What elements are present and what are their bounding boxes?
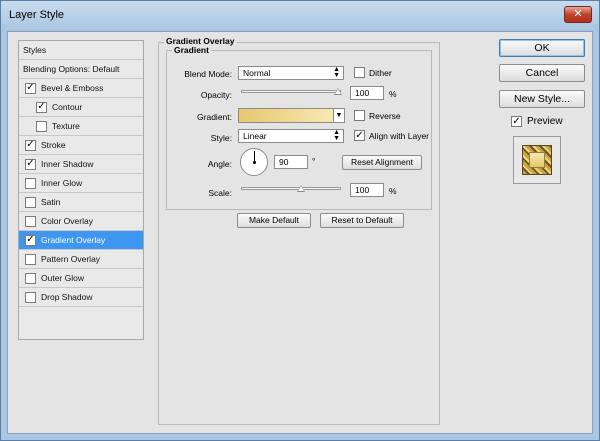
group-title: Gradient: [172, 45, 211, 55]
sidebar-checkbox[interactable]: [25, 196, 36, 208]
sidebar-item-texture[interactable]: Texture: [19, 117, 143, 136]
style-select[interactable]: Linear ▲ ▼: [238, 129, 344, 143]
reverse-label: Reverse: [369, 111, 401, 121]
sidebar-item-label: Outer Glow: [41, 273, 84, 283]
opacity-unit: %: [389, 89, 397, 99]
dither-checkbox[interactable]: [354, 67, 365, 78]
new-style-button[interactable]: New Style...: [499, 90, 585, 108]
reset-to-default-button[interactable]: Reset to Default: [320, 213, 404, 228]
scale-label: Scale:: [208, 188, 232, 198]
dither-label: Dither: [369, 68, 392, 78]
gradient-label: Gradient:: [197, 112, 232, 122]
opacity-slider-thumb[interactable]: [334, 88, 342, 95]
sidebar-item-label: Color Overlay: [41, 216, 93, 226]
angle-input[interactable]: 90: [274, 155, 308, 169]
preview-label: Preview: [527, 116, 563, 127]
sidebar-item-color-overlay[interactable]: Color Overlay: [19, 212, 143, 231]
preview-swatch: [522, 145, 552, 175]
opacity-slider[interactable]: [241, 90, 341, 93]
scale-slider-thumb[interactable]: [297, 185, 305, 192]
layer-style-window: Layer Style ✕ Styles Blending Options: D…: [0, 0, 600, 441]
opacity-input[interactable]: 100: [350, 86, 384, 100]
make-default-button[interactable]: Make Default: [237, 213, 311, 228]
sidebar-checkbox[interactable]: [25, 253, 36, 265]
cancel-button[interactable]: Cancel: [499, 64, 585, 82]
reverse-checkbox[interactable]: [354, 110, 365, 121]
scale-slider[interactable]: [241, 187, 341, 190]
sidebar-blending-options[interactable]: Blending Options: Default: [19, 60, 143, 79]
sidebar-item-label: Texture: [52, 121, 80, 131]
sidebar-item-bevel-emboss[interactable]: ✓ Bevel & Emboss: [19, 79, 143, 98]
angle-center: [253, 161, 256, 164]
ok-button[interactable]: OK: [499, 39, 585, 57]
sidebar-item-label: Drop Shadow: [41, 292, 93, 302]
close-icon: ✕: [573, 8, 583, 20]
sidebar-styles-header[interactable]: Styles: [19, 41, 143, 60]
sidebar-item-drop-shadow[interactable]: Drop Shadow: [19, 288, 143, 307]
close-button[interactable]: ✕: [564, 6, 592, 23]
window-title: Layer Style: [9, 9, 65, 21]
align-with-layer-label: Align with Layer: [369, 131, 430, 141]
sidebar-item-pattern-overlay[interactable]: Pattern Overlay: [19, 250, 143, 269]
sidebar-item-label: Satin: [41, 197, 61, 207]
sidebar-item-label: Inner Shadow: [41, 159, 94, 169]
sidebar-item-label: Stroke: [41, 140, 66, 150]
sidebar-checkbox[interactable]: [25, 291, 36, 303]
sidebar-item-inner-glow[interactable]: Inner Glow: [19, 174, 143, 193]
blend-mode-label: Blend Mode:: [184, 69, 232, 79]
sidebar-item-stroke[interactable]: ✓ Stroke: [19, 136, 143, 155]
check-icon: ✓: [355, 130, 364, 141]
sidebar-item-label: Contour: [52, 102, 83, 112]
gradient-picker[interactable]: [238, 108, 334, 123]
align-with-layer-checkbox[interactable]: ✓: [354, 130, 365, 141]
blend-mode-select[interactable]: Normal ▲ ▼: [238, 66, 344, 80]
check-icon: ✓: [512, 116, 521, 127]
dialog-body: Styles Blending Options: Default ✓ Bevel …: [7, 31, 593, 434]
sidebar-checkbox[interactable]: ✓: [25, 82, 36, 94]
chevron-down-icon: ▼: [335, 112, 343, 119]
scale-input[interactable]: 100: [350, 183, 384, 197]
sidebar-item-inner-shadow[interactable]: ✓ Inner Shadow: [19, 155, 143, 174]
styles-sidebar: Styles Blending Options: Default ✓ Bevel …: [18, 40, 144, 340]
sidebar-item-label: Gradient Overlay: [41, 235, 106, 245]
opacity-label: Opacity:: [200, 90, 232, 100]
scale-unit: %: [389, 186, 397, 196]
sidebar-item-label: Bevel & Emboss: [41, 83, 104, 93]
sidebar-checkbox[interactable]: [25, 177, 36, 189]
sidebar-item-gradient-overlay[interactable]: ✓ Gradient Overlay: [19, 231, 143, 250]
angle-dial[interactable]: [240, 148, 268, 176]
sidebar-item-outer-glow[interactable]: Outer Glow: [19, 269, 143, 288]
angle-unit: °: [312, 156, 316, 166]
sidebar-checkbox[interactable]: [25, 272, 36, 284]
sidebar-item-label: Pattern Overlay: [41, 254, 101, 264]
gradient-dropdown-button[interactable]: ▼: [333, 108, 345, 123]
preview-checkbox[interactable]: ✓: [511, 116, 522, 127]
select-arrows-icon: ▲ ▼: [333, 129, 340, 142]
reset-alignment-button[interactable]: Reset Alignment: [342, 155, 422, 170]
title-bar[interactable]: Layer Style ✕: [1, 1, 599, 31]
angle-label: Angle:: [207, 159, 232, 169]
sidebar-checkbox[interactable]: ✓: [36, 101, 47, 113]
style-preview: [513, 136, 561, 184]
sidebar-item-contour[interactable]: ✓ Contour: [19, 98, 143, 117]
sidebar-checkbox[interactable]: ✓: [25, 234, 36, 246]
style-label: Style:: [210, 133, 232, 143]
select-arrows-icon: ▲ ▼: [333, 66, 340, 79]
sidebar-checkbox[interactable]: ✓: [25, 158, 36, 170]
sidebar-checkbox[interactable]: [25, 215, 36, 227]
sidebar-checkbox[interactable]: [36, 120, 47, 132]
sidebar-item-label: Inner Glow: [41, 178, 83, 188]
sidebar-item-satin[interactable]: Satin: [19, 193, 143, 212]
sidebar-checkbox[interactable]: ✓: [25, 139, 36, 151]
